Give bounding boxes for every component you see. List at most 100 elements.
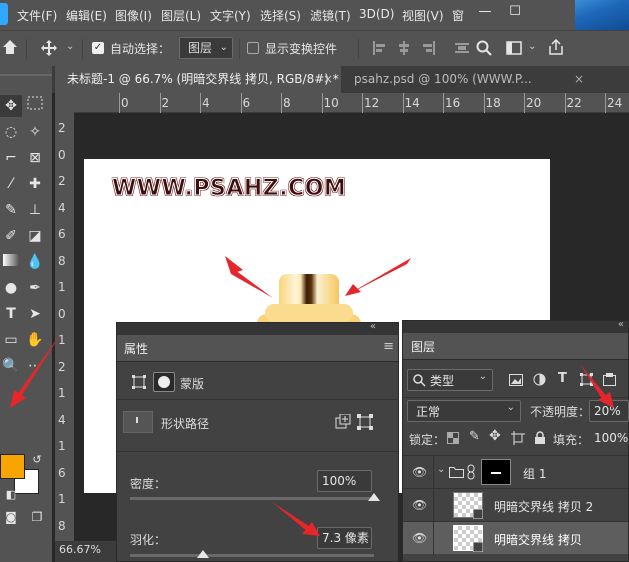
document-tab-bar: 未标题-1 @ 66.7% (明暗交界线 拷贝, RGB/8#) * × psa… <box>52 66 629 93</box>
lock-transparency-icon[interactable] <box>447 432 459 444</box>
layer-name: 明暗交界线 拷贝 2 <box>494 500 594 514</box>
menu-type[interactable]: 文字(Y) <box>210 7 251 24</box>
vector-mask-button[interactable] <box>153 372 175 392</box>
layers-tab[interactable]: 图层 <box>403 333 628 360</box>
visibility-eye-icon[interactable]: 👁 <box>412 532 427 544</box>
menu-3d[interactable]: 3D(D) <box>359 7 394 21</box>
visibility-eye-icon[interactable]: 👁 <box>412 466 427 478</box>
pen-tool[interactable]: ✒ <box>24 277 46 299</box>
maximize-button[interactable]: ☐ <box>500 2 530 24</box>
dodge-tool[interactable]: ● <box>0 277 22 299</box>
filter-smart-object-icon[interactable] <box>603 373 616 386</box>
zoom-status[interactable]: 66.67% <box>55 541 117 562</box>
add-path-icon[interactable] <box>335 414 351 430</box>
density-slider[interactable] <box>130 497 374 500</box>
feather-slider-thumb[interactable] <box>197 550 210 558</box>
filter-pixel-icon[interactable] <box>509 374 523 386</box>
vertical-ruler[interactable]: 2024681012141618 <box>55 113 74 541</box>
crop-tool[interactable]: ⌐ <box>0 147 22 169</box>
share-icon[interactable] <box>548 39 564 55</box>
lock-position-icon[interactable]: ✥ <box>489 428 501 444</box>
lock-all-icon[interactable] <box>534 431 546 445</box>
menu-edit[interactable]: 编辑(E) <box>66 7 107 24</box>
menu-window[interactable]: 窗 <box>452 7 464 24</box>
chevron-down-icon[interactable]: ⌄ <box>528 41 536 52</box>
minimize-button[interactable]: — <box>470 2 500 24</box>
home-icon[interactable] <box>2 39 18 55</box>
blend-mode-dropdown[interactable]: 正常 ⌄ <box>407 400 521 422</box>
tab-psahz[interactable]: psahz.psd @ 100% (WWW.P... × <box>342 66 592 93</box>
auto-select-target-dropdown[interactable]: 图层 ⌄ <box>179 37 233 59</box>
feather-input[interactable]: 7.3 像素 <box>317 527 372 549</box>
chevron-down-icon[interactable]: ⌄ <box>66 41 74 52</box>
foreground-color-swatch[interactable] <box>0 454 25 479</box>
eyedropper-tool[interactable]: ⁄ <box>0 173 22 195</box>
magic-wand-tool[interactable]: ✧ <box>24 121 46 143</box>
close-icon[interactable]: × <box>574 66 584 92</box>
healing-brush-tool[interactable]: ✚ <box>24 173 46 195</box>
collapse-icon[interactable]: « <box>618 319 624 330</box>
layer-filter-dropdown[interactable]: 类型 ⌄ <box>407 369 493 391</box>
filter-type-icon[interactable]: T <box>558 371 567 386</box>
layer-row-group[interactable]: 👁 ⌄ 组 1 <box>403 455 628 489</box>
fill-input[interactable]: 100% <box>589 427 629 449</box>
zoom-tool[interactable]: 🔍 <box>0 355 22 377</box>
lasso-tool[interactable]: ◌ <box>0 121 22 143</box>
menu-layer[interactable]: 图层(L) <box>161 7 201 24</box>
history-brush-tool[interactable]: ✐ <box>0 225 22 247</box>
gradient-tool[interactable] <box>0 251 22 273</box>
move-tool-icon[interactable] <box>40 39 58 57</box>
menu-select[interactable]: 选择(S) <box>260 7 301 24</box>
lock-artboard-icon[interactable] <box>511 431 525 445</box>
menu-view[interactable]: 视图(V) <box>402 7 444 24</box>
frame-tool[interactable]: ⊠ <box>24 147 46 169</box>
layer-row[interactable]: 👁 明暗交界线 拷贝 2 <box>403 488 628 522</box>
show-transform-checkbox[interactable] <box>247 42 259 54</box>
search-icon[interactable] <box>476 40 492 56</box>
link-icon[interactable] <box>467 464 475 480</box>
stamp-tool[interactable]: ⊥ <box>24 199 46 221</box>
type-tool[interactable]: T <box>0 303 22 325</box>
density-input[interactable]: 100% <box>317 470 372 492</box>
close-icon[interactable]: × <box>323 66 333 92</box>
marquee-tool[interactable] <box>24 95 46 117</box>
swap-colors-icon[interactable]: ↺ <box>26 449 48 471</box>
layer-row-selected[interactable]: 👁 明暗交界线 拷贝 <box>403 521 628 555</box>
visibility-eye-icon[interactable]: 👁 <box>412 499 427 511</box>
screen-mode-icon[interactable]: ❐ <box>26 506 48 528</box>
filter-shape-icon[interactable] <box>580 373 593 386</box>
align-right-icon[interactable] <box>422 41 436 55</box>
blur-tool[interactable]: 💧 <box>24 251 46 273</box>
default-colors-icon[interactable]: ◧ <box>0 484 22 506</box>
workspace-icon[interactable] <box>506 41 522 55</box>
menu-file[interactable]: 文件(F) <box>17 7 57 24</box>
path-select-icon[interactable] <box>357 414 373 430</box>
feather-slider[interactable] <box>130 554 374 557</box>
hand-tool[interactable]: ✋ <box>24 329 46 351</box>
density-slider-thumb[interactable] <box>368 493 380 501</box>
menu-filter[interactable]: 滤镜(T) <box>310 7 351 24</box>
lock-pixels-icon[interactable]: ✎ <box>469 429 480 444</box>
auto-select-checkbox[interactable]: ✓ <box>92 42 104 54</box>
properties-tab[interactable]: 属性 ≡ <box>117 335 398 362</box>
menu-image[interactable]: 图像(I) <box>115 7 152 24</box>
more-tools[interactable]: ⋯ <box>24 355 46 377</box>
pixel-mask-icon[interactable] <box>132 375 146 389</box>
path-selection-tool[interactable]: ➤ <box>24 303 46 325</box>
distribute-icon[interactable] <box>455 41 469 55</box>
panel-menu-icon[interactable]: ≡ <box>383 339 394 354</box>
group-mask-thumbnail[interactable] <box>481 459 511 485</box>
brush-tool[interactable]: ✎ <box>0 199 22 221</box>
opacity-input[interactable]: 20% <box>589 400 629 422</box>
tab-untitled-1[interactable]: 未标题-1 @ 66.7% (明暗交界线 拷贝, RGB/8#) * × <box>55 66 341 93</box>
align-left-icon[interactable] <box>372 41 386 55</box>
align-center-icon[interactable] <box>397 41 411 55</box>
horizontal-ruler[interactable]: 0 2 4 6 8 10 12 14 16 18 20 22 24 <box>74 93 629 113</box>
move-tool[interactable]: ✥ <box>0 95 22 117</box>
filter-adjustment-icon[interactable] <box>533 373 546 386</box>
eraser-tool[interactable]: ◪ <box>24 225 46 247</box>
chevron-down-icon[interactable]: ⌄ <box>437 464 445 475</box>
rectangle-tool[interactable]: ▭ <box>0 329 22 351</box>
collapse-icon[interactable]: « <box>370 321 376 332</box>
quick-mask-icon[interactable]: ◙ <box>0 506 22 528</box>
